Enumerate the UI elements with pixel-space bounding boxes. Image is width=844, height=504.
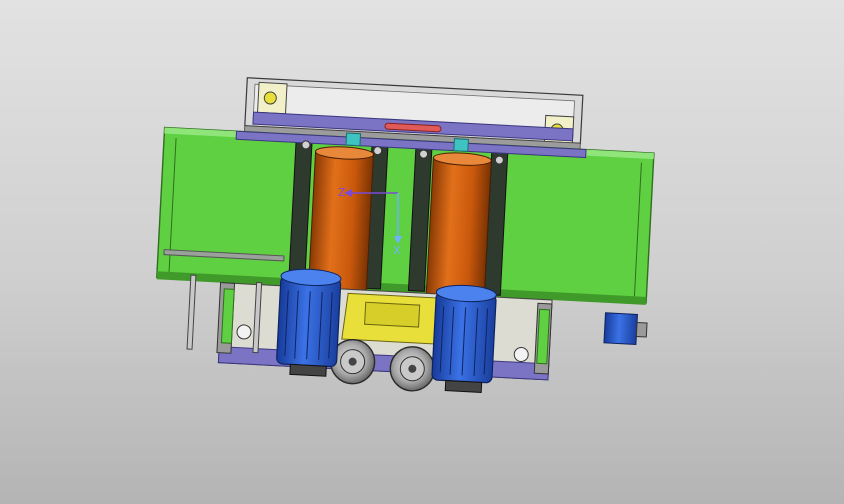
drum-right[interactable]: [425, 152, 492, 297]
motor-right[interactable]: [431, 284, 497, 393]
axis-z-label: Z: [338, 186, 346, 199]
drum-left[interactable]: [307, 145, 375, 291]
cad-3d-viewport[interactable]: Z X: [0, 0, 844, 504]
motor-left[interactable]: [276, 268, 342, 377]
center-bracket[interactable]: [341, 292, 442, 345]
axis-x-label: X: [393, 244, 401, 257]
gearbox-right[interactable]: [603, 312, 648, 345]
machine-assembly-model[interactable]: Z X: [0, 0, 844, 504]
